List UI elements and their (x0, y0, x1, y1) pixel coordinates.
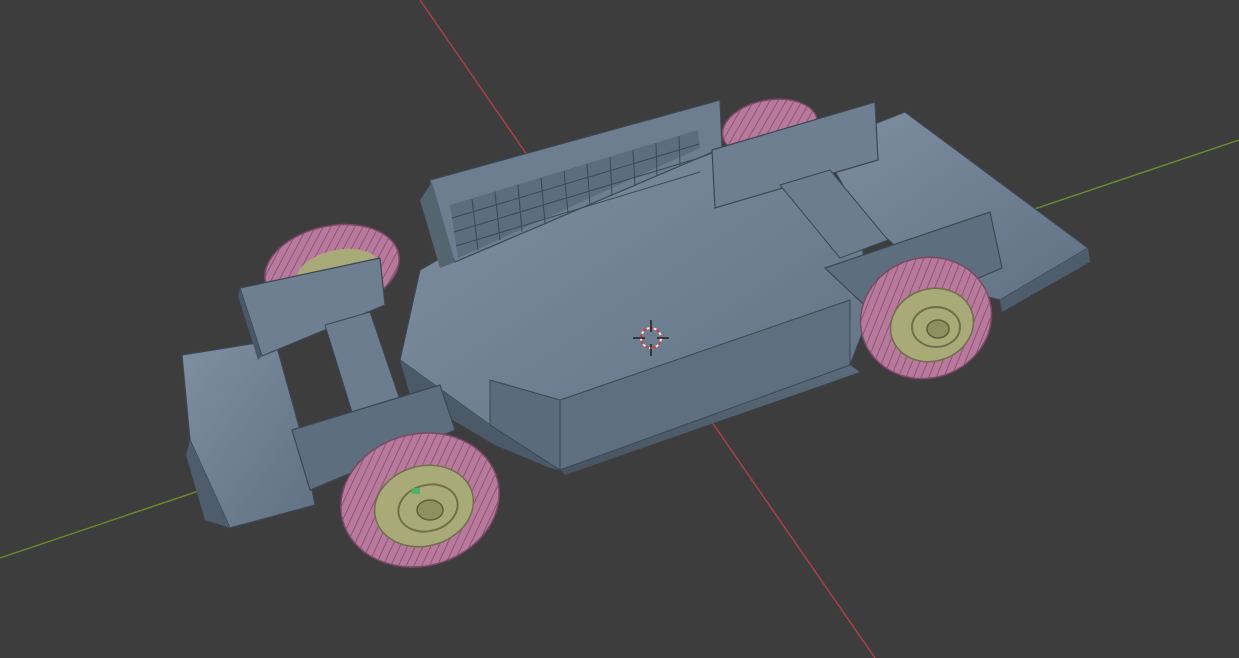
valve-marker (412, 488, 420, 494)
viewport-canvas[interactable] (0, 0, 1239, 658)
3d-viewport[interactable] (0, 0, 1239, 658)
